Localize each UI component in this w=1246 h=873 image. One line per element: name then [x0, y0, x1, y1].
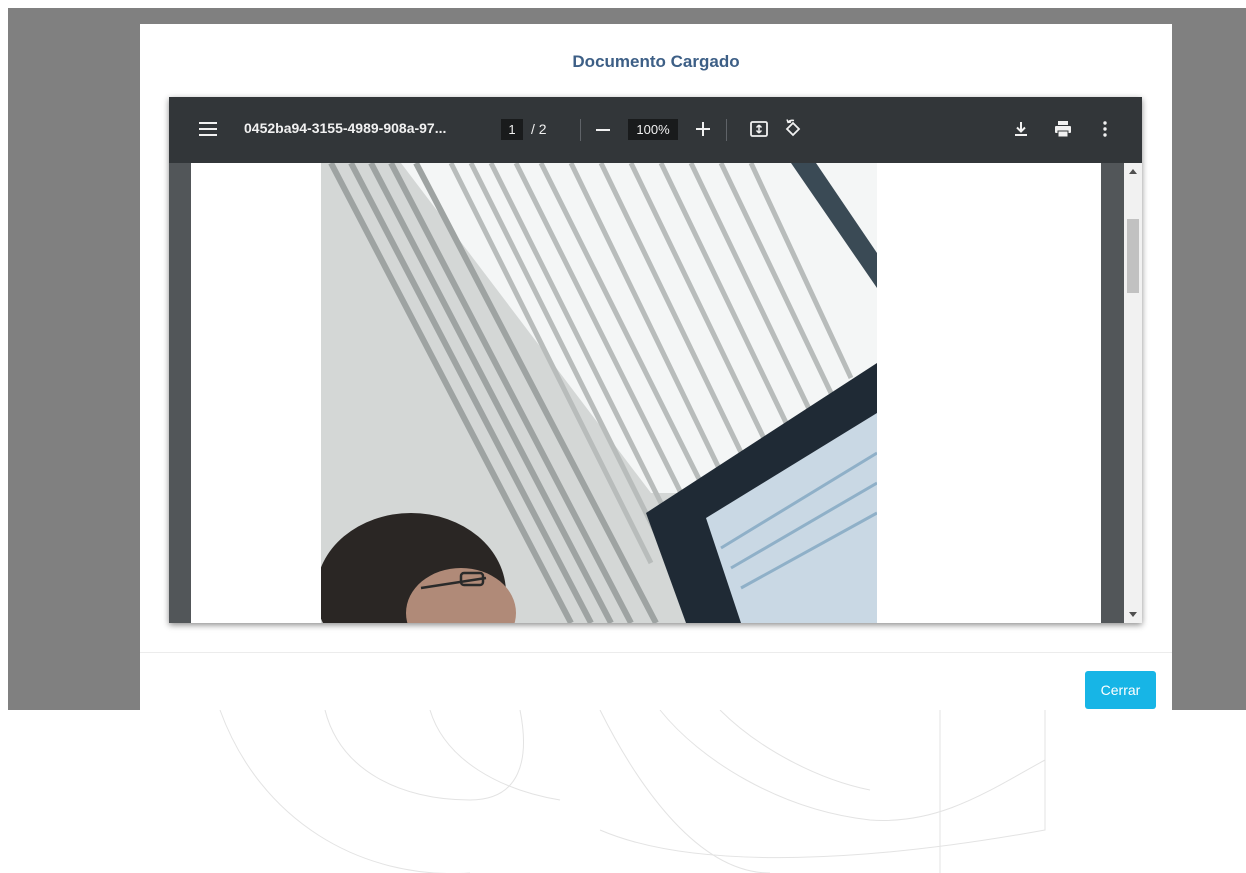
close-button[interactable]: Cerrar [1085, 671, 1156, 709]
zoom-out-icon[interactable] [596, 129, 610, 131]
modal-title: Documento Cargado [572, 52, 740, 71]
download-icon[interactable] [1011, 119, 1031, 139]
pdf-viewer: 0452ba94-3155-4989-908a-97... 1 / 2 100% [169, 97, 1142, 623]
page-number-input[interactable]: 1 [501, 119, 523, 140]
pdf-scrollbar[interactable] [1124, 163, 1142, 623]
pdf-page [191, 163, 1101, 623]
zoom-level-input[interactable]: 100% [628, 119, 678, 140]
pdf-content-area[interactable] [169, 163, 1124, 623]
fit-page-icon[interactable] [749, 119, 769, 139]
modal-footer-divider [140, 652, 1172, 653]
zoom-in-icon[interactable] [696, 119, 710, 139]
more-options-icon[interactable] [1095, 119, 1115, 139]
pdf-toolbar: 0452ba94-3155-4989-908a-97... 1 / 2 100% [169, 97, 1142, 163]
page-total: / 2 [531, 121, 547, 137]
menu-icon[interactable] [199, 122, 217, 136]
pdf-file-name: 0452ba94-3155-4989-908a-97... [244, 120, 447, 136]
print-icon[interactable] [1053, 119, 1073, 139]
toolbar-divider [580, 119, 581, 141]
document-modal: Documento Cargado 0452ba94-3155-4989-908… [140, 24, 1172, 710]
scroll-up-icon[interactable] [1129, 169, 1137, 174]
toolbar-divider [726, 119, 727, 141]
document-photo [321, 163, 877, 623]
scroll-thumb[interactable] [1127, 219, 1139, 293]
scroll-down-icon[interactable] [1129, 612, 1137, 617]
rotate-icon[interactable] [783, 119, 803, 139]
